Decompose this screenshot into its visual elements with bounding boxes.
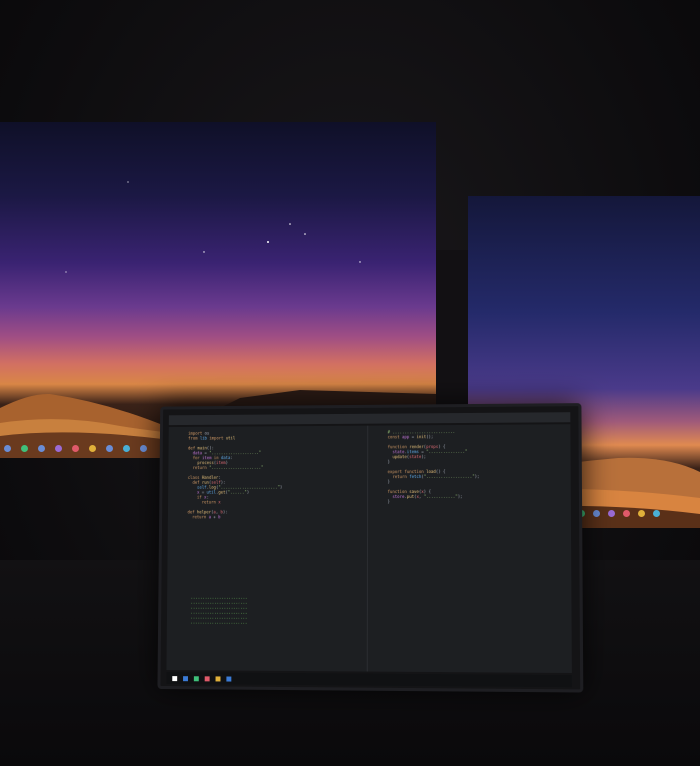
app-icon[interactable]: [226, 676, 231, 681]
app-icon[interactable]: [183, 676, 188, 681]
app-icon[interactable]: [140, 445, 147, 452]
app-icon[interactable]: [89, 445, 96, 452]
app-icon[interactable]: [638, 510, 645, 517]
editor-tab-bar: [169, 412, 571, 425]
app-icon[interactable]: [38, 445, 45, 452]
stars: [0, 122, 436, 322]
laptop-screen: import os from lib import util def main(…: [157, 403, 583, 692]
right-taskbar: [578, 506, 700, 520]
app-icon[interactable]: [21, 445, 28, 452]
app-icon[interactable]: [216, 676, 221, 681]
app-icon[interactable]: [608, 510, 615, 517]
terminal-output: ........................ ...............…: [190, 595, 329, 642]
editor-pane-right: # .......................... const app =…: [367, 424, 572, 673]
app-icon[interactable]: [4, 445, 11, 452]
app-icon[interactable]: [593, 510, 600, 517]
app-icon[interactable]: [106, 445, 113, 452]
monitor-stand: [436, 250, 468, 420]
left-taskbar: [0, 440, 164, 456]
app-icon[interactable]: [55, 445, 62, 452]
laptop-taskbar: [166, 672, 572, 687]
app-icon[interactable]: [72, 445, 79, 452]
app-icon[interactable]: [205, 676, 210, 681]
windows-start-icon[interactable]: [172, 676, 177, 681]
app-icon[interactable]: [623, 510, 630, 517]
app-icon[interactable]: [123, 445, 130, 452]
app-icon[interactable]: [194, 676, 199, 681]
app-icon[interactable]: [653, 510, 660, 517]
